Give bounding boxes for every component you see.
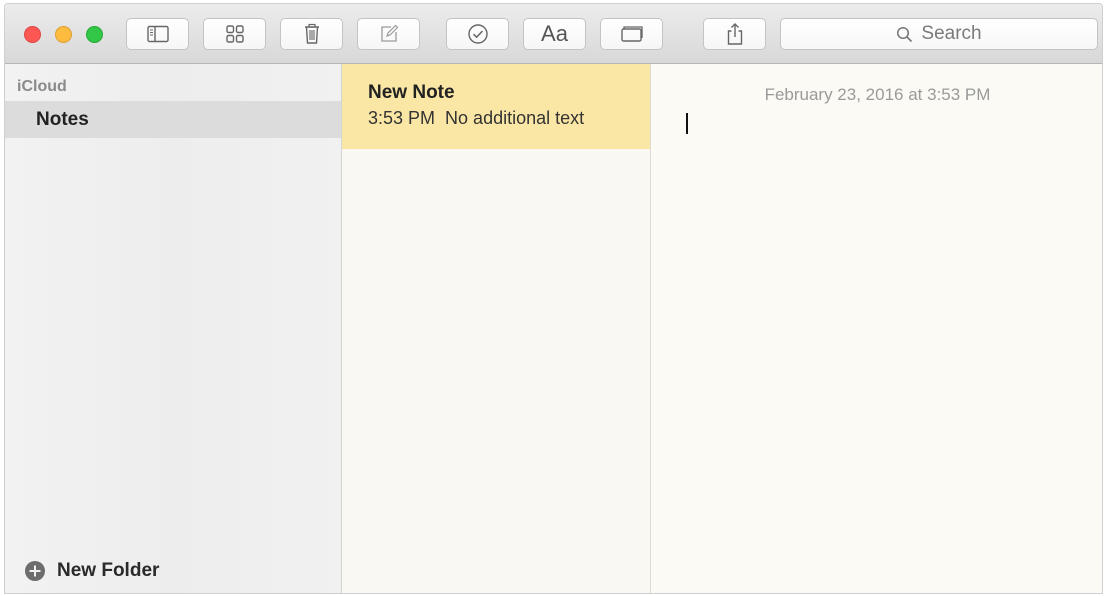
format-button[interactable]: Aa bbox=[523, 18, 586, 50]
share-icon bbox=[727, 23, 742, 45]
account-label: iCloud bbox=[17, 78, 67, 95]
note-subtitle: 3:53 PM No additional text bbox=[368, 108, 584, 129]
sidebar-item-notes[interactable]: Notes bbox=[5, 101, 341, 138]
note-list: New Note 3:53 PM No additional text bbox=[342, 64, 651, 593]
minimize-button[interactable] bbox=[55, 26, 72, 43]
search-field[interactable]: Search bbox=[780, 18, 1098, 50]
add-table-button[interactable] bbox=[600, 18, 663, 50]
new-folder-button[interactable]: New Folder bbox=[25, 560, 159, 582]
toggle-sidebar-button[interactable] bbox=[126, 18, 189, 50]
compose-icon bbox=[380, 24, 398, 42]
note-editor[interactable]: February 23, 2016 at 3:53 PM bbox=[651, 64, 1102, 593]
grid-icon bbox=[225, 25, 244, 43]
close-button[interactable] bbox=[24, 26, 41, 43]
note-time: 3:53 PM bbox=[368, 108, 436, 128]
note-list-item[interactable]: New Note 3:53 PM No additional text bbox=[342, 64, 650, 149]
sidebar-icon bbox=[146, 25, 169, 43]
note-preview: No additional text bbox=[445, 108, 585, 128]
checkmark-circle-icon bbox=[467, 24, 488, 44]
new-note-button[interactable] bbox=[357, 18, 420, 50]
note-title: New Note bbox=[368, 82, 455, 103]
notes-window: Aa Search iCloud Notes New Folder New No… bbox=[4, 3, 1103, 594]
attachments-button[interactable] bbox=[203, 18, 266, 50]
share-button[interactable] bbox=[703, 18, 766, 50]
sidebar-item-label: Notes bbox=[36, 109, 89, 130]
maximize-button[interactable] bbox=[86, 26, 103, 43]
new-folder-label: New Folder bbox=[57, 560, 160, 581]
text-cursor bbox=[686, 113, 688, 134]
trash-icon bbox=[304, 23, 319, 44]
sidebar: iCloud Notes New Folder bbox=[5, 64, 342, 593]
toolbar: Aa Search bbox=[5, 4, 1102, 64]
search-placeholder: Search bbox=[921, 23, 982, 44]
table-icon bbox=[620, 26, 643, 42]
plus-circle-icon bbox=[25, 561, 45, 581]
note-date: February 23, 2016 at 3:53 PM bbox=[764, 85, 991, 104]
checklist-button[interactable] bbox=[446, 18, 509, 50]
search-icon bbox=[897, 26, 913, 42]
text-format-icon: Aa bbox=[541, 21, 568, 46]
delete-note-button[interactable] bbox=[280, 18, 343, 50]
